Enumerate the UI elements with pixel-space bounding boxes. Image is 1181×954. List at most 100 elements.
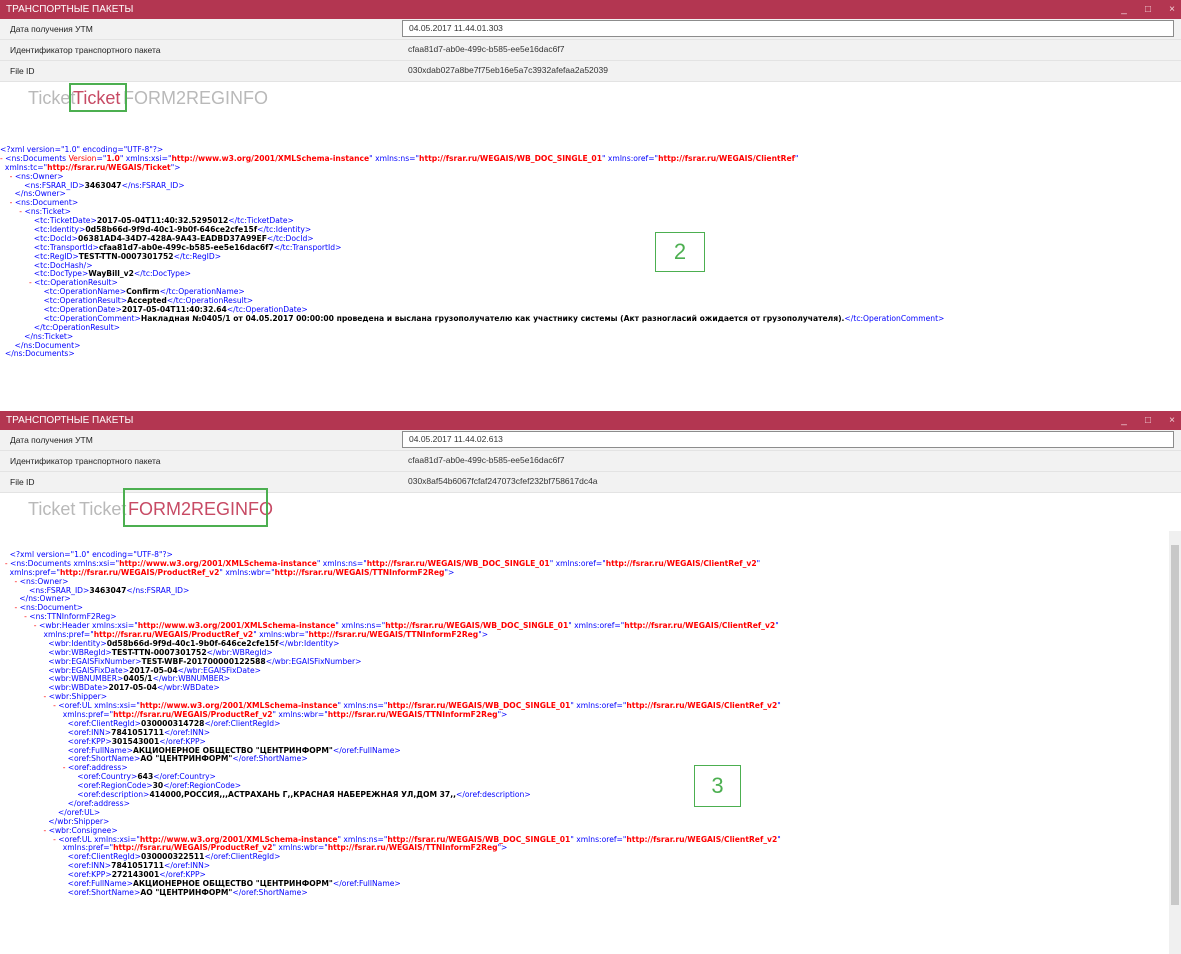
- xml-token: " xmlns:xsi=": [119, 153, 172, 163]
- xml-line: </tc:OperationResult>: [0, 323, 1181, 333]
- xml-token: </tc:TransportId>: [273, 242, 342, 252]
- xml-token: </oref:address>: [0, 798, 130, 808]
- xml-token: </oref:ShortName>: [232, 887, 308, 897]
- xml-token: -: [0, 171, 15, 181]
- xml-line: <ns:FSRAR_ID>3463047</ns:FSRAR_ID>: [0, 180, 1181, 191]
- minimize-icon[interactable]: _: [1119, 0, 1129, 19]
- file-id-field[interactable]: 030xdab027a8be7f75eb16e5a7c3932afefaa2a5…: [402, 63, 1174, 78]
- xml-token: ": [777, 834, 781, 844]
- xml-token: http://fsrar.ru/WEGAIS/TTNInformF2Reg: [327, 710, 498, 720]
- xml-token: <oref:Country>: [0, 772, 138, 782]
- xml-token: " xmlns:oref=": [568, 621, 625, 631]
- xml-token: " xmlns:ns=": [337, 834, 388, 844]
- xml-viewer[interactable]: <?xml version="1.0" encoding="UTF-8"?> -…: [0, 550, 1181, 898]
- xml-token: -: [0, 198, 15, 208]
- xml-line: </ns:Documents>: [0, 350, 1181, 359]
- xml-token: </wbr:WBRegId>: [206, 647, 273, 657]
- xml-token: <tc:OperationName>: [0, 287, 127, 297]
- xml-token: </oref:FullName>: [332, 878, 401, 888]
- xml-token: -: [0, 558, 10, 568]
- scrollbar-thumb[interactable]: [1171, 545, 1179, 905]
- maximize-icon[interactable]: □: [1143, 411, 1153, 430]
- xml-token: http://fsrar.ru/WEGAIS/TTNInformF2Reg: [274, 567, 445, 577]
- xml-token: </ns:Ticket>: [0, 331, 74, 341]
- annotation-number: 3: [694, 765, 741, 807]
- xml-token: <oref:description>: [0, 790, 150, 800]
- xml-token: " xmlns:ns=": [316, 558, 367, 568]
- xml-token: </oref:FullName>: [332, 745, 401, 755]
- tab-form2reginfo[interactable]: FORM2REGINFO: [123, 86, 268, 110]
- package-fields: Дата получения УТМ 04.05.2017 11.44.01.3…: [0, 19, 1181, 82]
- xml-token: xmlns:pref=": [0, 630, 94, 640]
- xml-token: http://www.w3.org/2001/XMLSchema-instanc…: [137, 621, 336, 631]
- xml-token: 0405/1: [123, 674, 153, 684]
- xml-token: <ns:Documents xmlns:xsi=": [9, 558, 120, 568]
- xml-token: </wbr:Identity>: [278, 638, 340, 648]
- field-row-utm-date: Дата получения УТМ 04.05.2017 11.44.01.3…: [0, 19, 1181, 40]
- xml-line: </ns:Owner>: [0, 190, 1181, 199]
- xml-token: xmlns:pref=": [0, 710, 114, 720]
- tab-ticket-1[interactable]: Ticket: [28, 86, 75, 110]
- xml-token: </tc:OperationName>: [159, 287, 245, 297]
- xml-token: " xmlns:ns=": [335, 621, 386, 631]
- minimize-icon[interactable]: _: [1119, 411, 1129, 430]
- utm-date-field[interactable]: 04.05.2017 11.44.01.303: [402, 20, 1174, 37]
- xml-token: </oref:KPP>: [159, 736, 206, 746]
- xml-token: <oref:FullName>: [0, 745, 133, 755]
- xml-token: ": [794, 153, 799, 163]
- xml-token: <wbr:WBDate>: [0, 683, 109, 693]
- xml-token: </tc:DocType>: [133, 269, 192, 279]
- xml-token: <ns:FSRAR_ID>: [0, 180, 85, 190]
- xml-line: <tc:DocType>WayBill_v2</tc:DocType>: [0, 270, 1181, 279]
- xml-token: <tc:TransportId>: [0, 242, 99, 252]
- xml-token: </tc:OperationResult>: [166, 296, 254, 306]
- xml-token: http://fsrar.ru/WEGAIS/ClientRef: [658, 153, 795, 163]
- tab-form2reginfo[interactable]: FORM2REGINFO: [128, 497, 273, 521]
- file-id-field[interactable]: 030x8af54b6067fcfaf247073cfef232bf758617…: [402, 474, 1174, 489]
- package-id-field[interactable]: cfaa81d7-ab0e-499c-b585-ee5e16dac6f7: [402, 42, 1174, 57]
- xml-line: xmlns:pref="http://fsrar.ru/WEGAIS/Produ…: [0, 567, 1181, 578]
- xml-token: </tc:Identity>: [257, 225, 312, 235]
- field-row-package-id: Идентификатор транспортного пакета cfaa8…: [0, 451, 1181, 472]
- xml-token: 272143001: [111, 870, 160, 880]
- xml-line: - <ns:Document>: [0, 603, 1181, 613]
- vertical-scrollbar[interactable]: [1169, 531, 1181, 954]
- xml-token: Accepted: [127, 296, 167, 306]
- xml-line: <tc:RegID>TEST-TTN-0007301752</tc:RegID>: [0, 252, 1181, 262]
- xml-viewer[interactable]: <?xml version="1.0" encoding="UTF-8"?> - …: [0, 145, 1181, 359]
- xml-token: -: [0, 612, 30, 622]
- xml-token: </oref:UL>: [0, 807, 101, 817]
- field-label: Идентификатор транспортного пакета: [10, 45, 161, 55]
- package-id-field[interactable]: cfaa81d7-ab0e-499c-b585-ee5e16dac6f7: [402, 453, 1174, 468]
- xml-token: </ns:FSRAR_ID>: [126, 585, 190, 595]
- close-icon[interactable]: ×: [1167, 411, 1177, 430]
- xml-token: " xmlns:wbr=": [272, 710, 328, 720]
- xml-token: 2017-05-04: [108, 683, 158, 693]
- xml-token: АО "ЦЕНТРИНФОРМ": [140, 754, 233, 764]
- xml-token: http://fsrar.ru/WEGAIS/Ticket: [47, 162, 171, 172]
- xml-token: http://www.w3.org/2001/XMLSchema-instanc…: [139, 701, 338, 711]
- window-titlebar[interactable]: ТРАНСПОРТНЫЕ ПАКЕТЫ _ □ ×: [0, 0, 1181, 19]
- xml-token: http://fsrar.ru/WEGAIS/TTNInformF2Reg: [308, 630, 479, 640]
- xml-token: http://fsrar.ru/WEGAIS/WB_DOC_SINGLE_01: [385, 621, 569, 631]
- close-icon[interactable]: ×: [1167, 0, 1177, 19]
- maximize-icon[interactable]: □: [1143, 0, 1153, 19]
- xml-token: 06381AD4-34D7-428A-9A43-EADBD37A99EF: [77, 233, 267, 243]
- window-titlebar[interactable]: ТРАНСПОРТНЫЕ ПАКЕТЫ _ □ ×: [0, 411, 1181, 430]
- xml-token: АКЦИОНЕРНОЕ ОБЩЕСТВО "ЦЕНТРИНФОРМ": [132, 878, 333, 888]
- xml-token: <ns:Owner>: [14, 171, 64, 181]
- utm-date-field[interactable]: 04.05.2017 11.44.02.613: [402, 431, 1174, 448]
- xml-token: " xmlns:wbr=": [253, 630, 309, 640]
- xml-token: <wbr:EGAISFixNumber>: [0, 656, 142, 666]
- tab-ticket-2[interactable]: Ticket: [73, 86, 120, 110]
- xml-token: =": [96, 153, 107, 163]
- transport-packets-window-1: ТРАНСПОРТНЫЕ ПАКЕТЫ _ □ × Дата получения…: [0, 0, 1181, 403]
- xml-line: xmlns:tc="http://fsrar.ru/WEGAIS/Ticket"…: [0, 162, 1181, 173]
- package-fields: Дата получения УТМ 04.05.2017 11.44.02.6…: [0, 430, 1181, 493]
- xml-token: <wbr:WBNUMBER>: [0, 674, 124, 684]
- xml-token: </tc:TicketDate>: [228, 216, 294, 226]
- tab-ticket-2[interactable]: Ticket: [79, 497, 126, 521]
- xml-line: <ns:FSRAR_ID>3463047</ns:FSRAR_ID>: [0, 585, 1181, 596]
- tab-ticket-1[interactable]: Ticket: [28, 497, 75, 521]
- xml-token: </oref:ShortName>: [232, 754, 308, 764]
